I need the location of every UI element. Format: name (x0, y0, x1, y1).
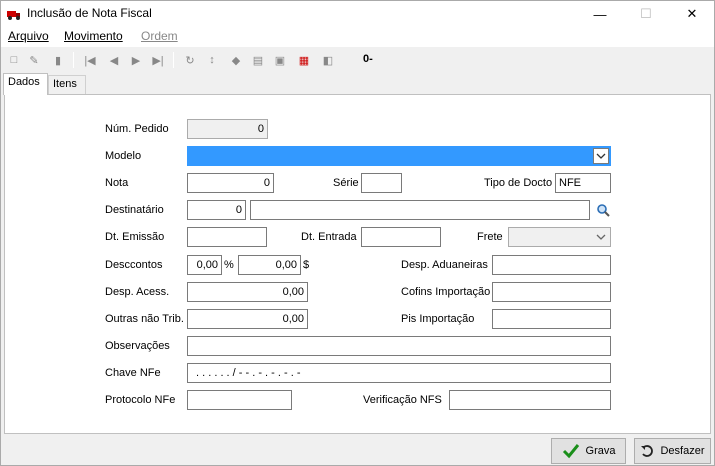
nota-field[interactable]: 0 (187, 173, 274, 193)
menu-bar: Arquivo Movimento Ordem (1, 27, 714, 47)
outras-field[interactable]: 0,00 (187, 309, 308, 329)
observacoes-label: Observações (105, 340, 170, 352)
dt-entrada-field[interactable] (361, 227, 441, 247)
serie-label: Série (333, 177, 359, 189)
desfazer-button[interactable]: Desfazer (634, 438, 711, 464)
destinatario-code-field[interactable]: 0 (187, 200, 246, 220)
serie-field[interactable] (361, 173, 402, 193)
report-icon[interactable]: ▦ (295, 51, 313, 69)
refresh-icon[interactable]: ↻ (181, 51, 199, 69)
filter-icon[interactable]: ◆ (227, 51, 245, 69)
tab-itens[interactable]: Itens (48, 75, 86, 95)
verificacao-field[interactable] (449, 390, 611, 410)
delete-icon[interactable]: ▮ (49, 51, 67, 69)
previous-record-icon[interactable]: ◀ (105, 51, 123, 69)
menu-ordem[interactable]: Ordem (141, 29, 178, 43)
close-button[interactable]: ✕ (669, 1, 715, 27)
dt-emissao-label: Dt. Emissão (105, 231, 165, 243)
cofins-label: Cofins Importação (401, 286, 491, 298)
menu-arquivo[interactable]: Arquivo (8, 29, 49, 43)
percent-symbol: % (224, 259, 234, 271)
desp-aduaneiras-label: Desp. Aduaneiras (401, 259, 488, 271)
new-document-icon[interactable]: □ (5, 51, 23, 69)
chevron-down-icon (596, 153, 606, 159)
outras-label: Outras não Trib. (105, 313, 184, 325)
first-record-icon[interactable]: |◀ (81, 51, 99, 69)
nota-label: Nota (105, 177, 129, 189)
chave-field[interactable]: . . . . . . / - - . - . - . - . - (187, 363, 611, 383)
observacoes-field[interactable] (187, 336, 611, 356)
desfazer-label: Desfazer (660, 445, 705, 457)
last-record-icon[interactable]: ▶| (149, 51, 167, 69)
descontos-label: Desccontos (105, 259, 163, 271)
edit-pen-icon[interactable]: ✎ (25, 51, 43, 69)
modelo-select[interactable] (187, 146, 611, 166)
cofins-field[interactable] (492, 282, 611, 302)
desp-acess-field[interactable]: 0,00 (187, 282, 308, 302)
pis-label: Pis Importação (401, 313, 475, 325)
modelo-dropdown-button[interactable] (593, 148, 609, 164)
record-counter: 0- (363, 53, 373, 65)
menu-movimento[interactable]: Movimento (64, 29, 123, 43)
currency-symbol: $ (303, 259, 310, 271)
desp-aduaneiras-field[interactable] (492, 255, 611, 275)
destinatario-label: Destinatário (105, 204, 164, 216)
grava-label: Grava (585, 445, 616, 457)
frete-chevron-down-icon[interactable] (591, 227, 611, 247)
verificacao-label: Verificação NFS (363, 394, 442, 406)
checkmark-icon (562, 444, 579, 459)
tipo-docto-label: Tipo de Docto (484, 177, 553, 189)
minimize-button[interactable]: — (577, 1, 623, 27)
frete-label: Frete (477, 231, 503, 243)
sort-az-icon[interactable]: ↕ (203, 51, 221, 69)
grava-button[interactable]: Grava (551, 438, 626, 464)
dt-entrada-label: Dt. Entrada (301, 231, 357, 243)
protocolo-field[interactable] (187, 390, 292, 410)
num-pedido-label: Núm. Pedido (105, 123, 169, 135)
destinatario-name-field[interactable] (250, 200, 590, 220)
search-icon[interactable] (593, 200, 613, 220)
print-icon[interactable]: ▤ (249, 51, 267, 69)
window-title: Inclusão de Nota Fiscal (27, 6, 152, 20)
import-icon[interactable]: ◧ (319, 51, 337, 69)
modelo-label: Modelo (105, 150, 142, 162)
title-bar: Inclusão de Nota Fiscal — ☐ ✕ (1, 1, 714, 27)
next-record-icon[interactable]: ▶ (127, 51, 145, 69)
dt-emissao-field[interactable] (187, 227, 267, 247)
pis-field[interactable] (492, 309, 611, 329)
undo-icon (641, 445, 654, 457)
num-pedido-field: 0 (187, 119, 268, 139)
descontos-pct-field[interactable]: 0,00 (187, 255, 222, 275)
main-window: Inclusão de Nota Fiscal — ☐ ✕ Arquivo Mo… (0, 0, 715, 466)
tab-dados[interactable]: Dados (3, 73, 48, 95)
toolbar: □ ✎ ▮ |◀ ◀ ▶ ▶| ↻ ↕ ◆ ▤ ▣ ▦ ◧ (1, 47, 714, 73)
desp-acess-label: Desp. Acess. (105, 286, 170, 298)
export-icon[interactable]: ▣ (271, 51, 289, 69)
descontos-value-field[interactable]: 0,00 (238, 255, 301, 275)
app-truck-icon (7, 11, 20, 20)
chave-label: Chave NFe (105, 367, 161, 379)
tipo-docto-field[interactable]: NFE (555, 173, 611, 193)
maximize-button[interactable]: ☐ (623, 1, 669, 27)
protocolo-label: Protocolo NFe (105, 394, 176, 406)
